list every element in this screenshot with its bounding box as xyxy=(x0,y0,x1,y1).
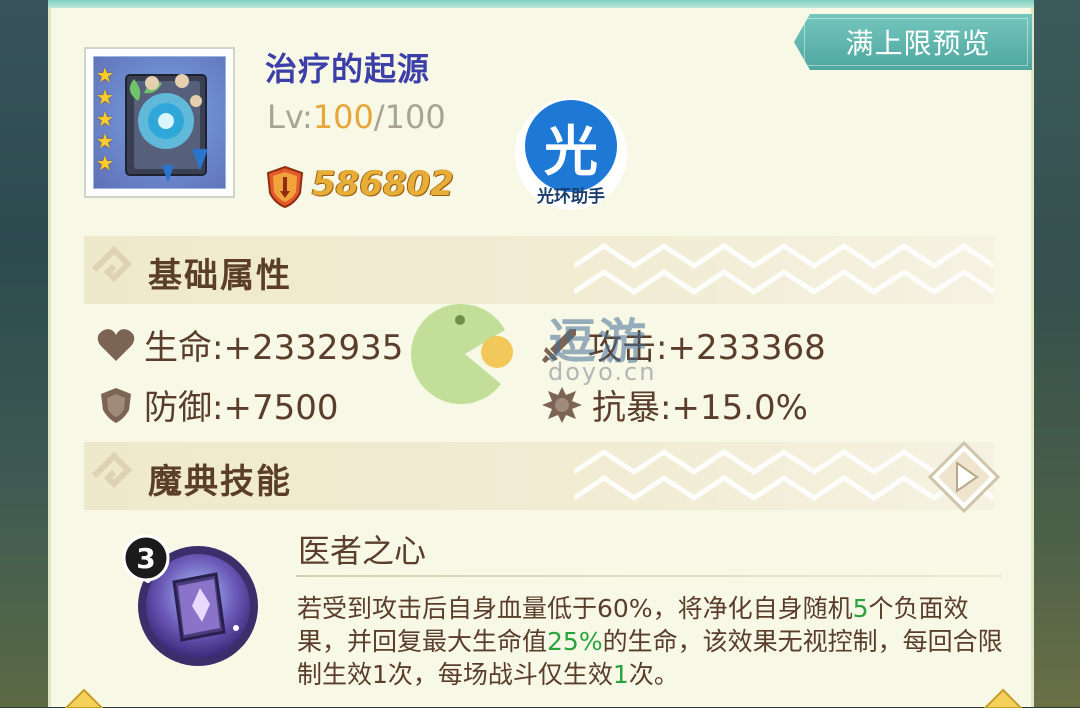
section-ornament-icon xyxy=(91,451,133,489)
spellbook-icon xyxy=(125,74,208,183)
item-card[interactable]: ★ ★ ★ ★ ★ xyxy=(84,47,235,198)
skill-name: 医者之心 xyxy=(298,532,427,570)
combat-power-value: 586802 xyxy=(312,164,454,204)
skill-desc-part: 次。 xyxy=(628,660,679,689)
level-prefix: Lv: xyxy=(267,98,313,136)
shield-icon xyxy=(101,387,131,423)
stat-defense-value: 防御:+7500 xyxy=(144,388,339,428)
basic-attributes-title: 基础属性 xyxy=(148,256,292,296)
star-icon: ★ xyxy=(96,107,114,131)
corner-ornament-icon xyxy=(983,688,1023,708)
panel-top-edge xyxy=(48,0,1034,8)
stat-hp-value: 生命:+2332935 xyxy=(144,328,404,368)
skill-desc-highlight: 1 xyxy=(612,660,629,689)
star-icon: ★ xyxy=(96,129,114,153)
skill-icon[interactable]: 3 xyxy=(118,530,262,674)
combat-power-shield-icon xyxy=(266,165,304,209)
star-icon: ★ xyxy=(96,151,114,175)
skill-divider xyxy=(296,575,1002,577)
max-limit-preview-button[interactable]: 满上限预览 xyxy=(794,14,1032,70)
halo-assistant-label: 光环助手 xyxy=(537,187,605,207)
stat-crit-resist-value: 抗暴:+15.0% xyxy=(592,388,808,428)
spellbook-skill-header: 魔典技能 xyxy=(84,442,994,510)
section-ornament-icon xyxy=(91,245,133,283)
next-arrow-button[interactable] xyxy=(928,441,1000,513)
item-name: 治疗的起源 xyxy=(265,50,431,88)
skill-desc-highlight: 5 xyxy=(852,594,869,623)
spellbook-skill-title: 魔典技能 xyxy=(148,462,292,502)
item-level: Lv:100/100 xyxy=(267,98,446,136)
skill-level-badge: 3 xyxy=(136,542,155,575)
svg-text:光: 光 xyxy=(544,120,598,183)
stat-crit-resist: 抗暴:+15.0% xyxy=(540,380,808,429)
skill-desc-highlight: 25% xyxy=(547,627,603,656)
crit-resist-icon xyxy=(542,386,582,423)
star-icon: ★ xyxy=(96,63,114,87)
doyo-watermark-logo xyxy=(411,303,513,404)
stat-defense: 防御:+7500 xyxy=(96,380,338,429)
level-max: /100 xyxy=(373,98,446,136)
stat-hp: 生命:+2332935 xyxy=(96,320,403,369)
level-current: 100 xyxy=(312,98,374,136)
doyo-watermark-url: doyo.cn xyxy=(548,358,657,386)
star-icon: ★ xyxy=(96,85,114,109)
basic-attributes-header: 基础属性 xyxy=(84,236,994,304)
skill-desc-part: 若受到攻击后自身血量低于60%，将净化自身随机 xyxy=(297,594,853,623)
heart-icon xyxy=(97,328,135,361)
star-rating: ★ ★ ★ ★ ★ xyxy=(96,65,114,173)
zigzag-pattern xyxy=(574,242,994,296)
skill-description: 若受到攻击后自身血量低于60%，将净化自身随机5个负面效果，并回复最大生命值25… xyxy=(297,592,1007,691)
corner-ornament-icon xyxy=(64,688,104,708)
max-limit-preview-label: 满上限预览 xyxy=(845,27,991,60)
